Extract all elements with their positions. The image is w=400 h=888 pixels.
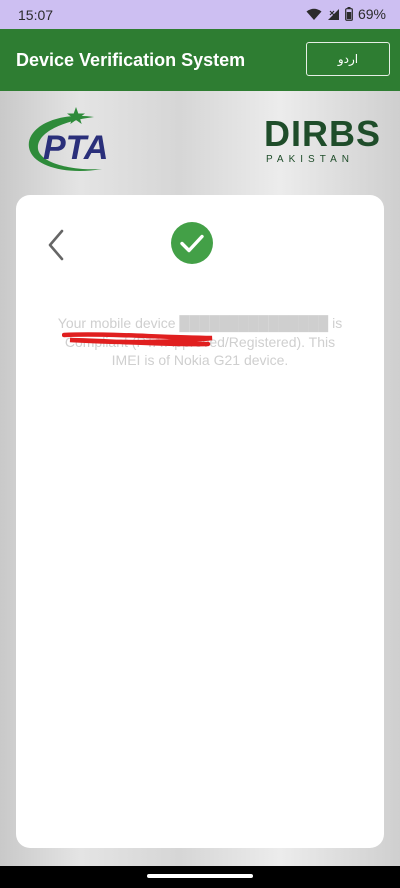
dirbs-logo: DIRBS PAKISTAN: [264, 116, 384, 168]
battery-percent: 69%: [357, 6, 386, 22]
home-indicator[interactable]: [147, 874, 253, 878]
battery-icon: [345, 7, 353, 21]
app-bar: Device Verification System اردو: [0, 29, 400, 91]
check-circle-icon: [171, 222, 213, 264]
pta-logo: PTA: [24, 105, 132, 179]
status-time: 15:07: [18, 7, 54, 23]
app-title: Device Verification System: [16, 50, 246, 70]
language-toggle-button[interactable]: اردو: [306, 42, 390, 76]
dirbs-logo-text: DIRBS: [264, 113, 382, 154]
dirbs-logo-subtitle: PAKISTAN: [266, 154, 354, 165]
redaction-scribble: [62, 332, 213, 347]
back-arrow-icon[interactable]: [44, 228, 68, 262]
pta-logo-text: PTA: [43, 129, 108, 167]
status-icons: 69%: [306, 6, 386, 22]
signal-icon: [327, 8, 339, 20]
wifi-icon: [306, 8, 322, 20]
navigation-bar: [0, 866, 400, 888]
verification-card: Your mobile device ███████████████ is Co…: [16, 195, 384, 848]
status-bar: 15:07 69%: [0, 0, 400, 29]
